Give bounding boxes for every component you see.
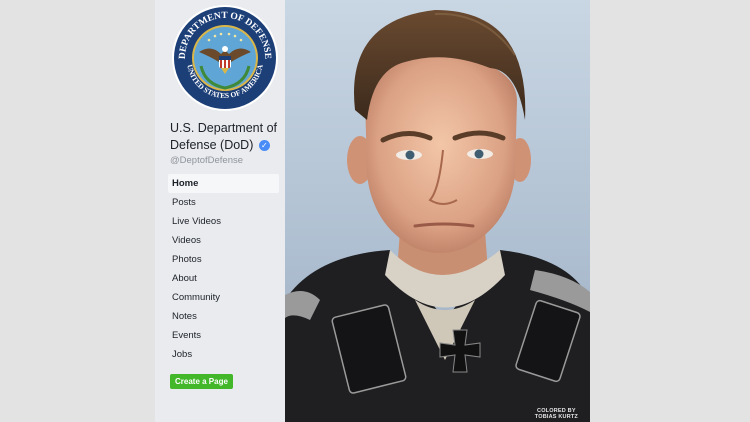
nav-item-posts[interactable]: Posts [168,193,279,212]
credit-line-2: TOBIAS KURTZ [534,414,578,420]
nav-item-events[interactable]: Events [168,326,279,345]
photo-credit: COLORED BY TOBIAS KURTZ [535,408,578,420]
cover-photo[interactable]: COLORED BY TOBIAS KURTZ [285,0,590,422]
facebook-page: DEPARTMENT OF DEFENSE UNITED STATES OF A… [155,0,590,422]
page-sidebar: DEPARTMENT OF DEFENSE UNITED STATES OF A… [155,0,285,422]
page-handle[interactable]: @DeptofDefense [170,155,243,166]
page-title[interactable]: U.S. Department of Defense (DoD) ✓ [170,120,285,154]
nav-item-notes[interactable]: Notes [168,307,279,326]
nav-item-home[interactable]: Home [168,174,279,193]
verified-badge-icon: ✓ [258,140,270,151]
nav-item-jobs[interactable]: Jobs [168,345,279,364]
portrait-photo [285,0,590,422]
nav-item-videos[interactable]: Videos [168,231,279,250]
nav-item-about[interactable]: About [168,269,279,288]
dod-seal-logo[interactable]: DEPARTMENT OF DEFENSE UNITED STATES OF A… [171,4,279,112]
nav-item-live-videos[interactable]: Live Videos [168,212,279,231]
nav-item-community[interactable]: Community [168,288,279,307]
nav-item-photos[interactable]: Photos [168,250,279,269]
create-page-button[interactable]: Create a Page [170,374,233,389]
page-nav: Home Posts Live Videos Videos Photos Abo… [168,174,279,364]
